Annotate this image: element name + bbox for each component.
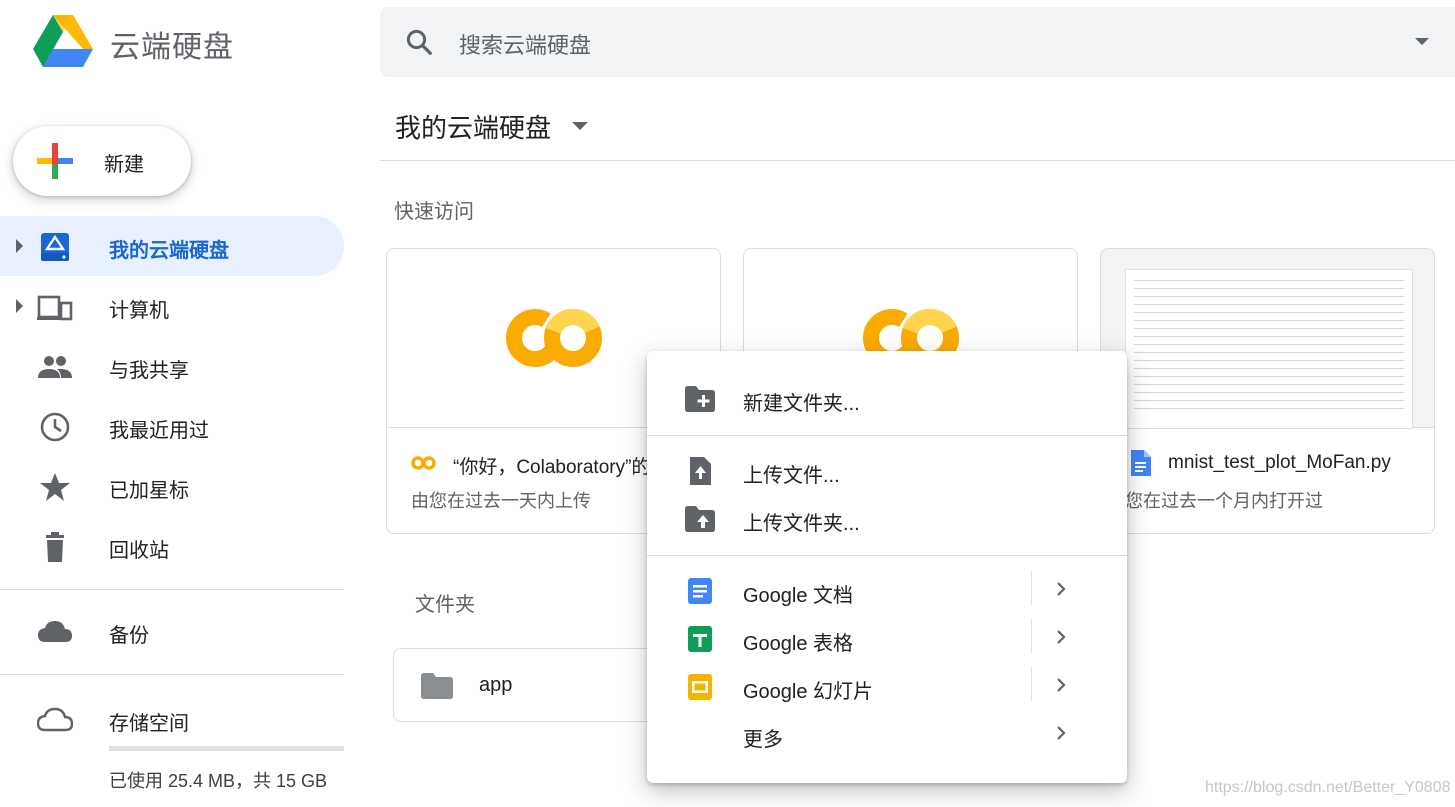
sidebar-item-trash[interactable]: 回收站 [0,516,344,576]
sidebar-item-label: 备份 [109,625,149,647]
expand-arrow-icon[interactable] [16,299,23,313]
quick-access-card[interactable]: mnist_test_plot_MoFan.py 您在过去一个月内打开过 [1100,248,1435,534]
new-button-label: 新建 [104,154,144,176]
sidebar-item-label: 存储空间 [109,713,189,735]
clock-icon [40,412,70,442]
menu-divider [647,435,1127,436]
menu-item-new-folder[interactable]: 新建文件夹... [647,375,1127,423]
google-doc-file-icon [1131,450,1151,476]
header-divider [380,160,1455,161]
menu-item-label: 更多 [743,729,783,751]
plus-icon [37,143,73,179]
menu-item-label: 新建文件夹... [743,393,860,415]
card-subtitle: 由您在过去一天内上传 [411,491,591,511]
storage-usage-text: 已使用 25.4 MB，共 15 GB [109,771,328,791]
menu-item-google-docs[interactable]: Google 文档 [647,567,1127,615]
watermark: https://blog.csdn.net/Better_Y0808 [1205,779,1451,796]
menu-item-upload-file[interactable]: 上传文件... [647,447,1127,495]
breadcrumb[interactable]: 我的云端硬盘 [395,108,551,145]
sidebar-item-label: 计算机 [109,300,169,322]
menu-item-label: 上传文件... [743,465,840,487]
cloud-icon [38,621,72,642]
sidebar-item-recent[interactable]: 我最近用过 [0,396,344,456]
sidebar-item-label: 回收站 [109,540,169,562]
google-slides-icon [688,674,712,700]
search-options-icon[interactable] [1415,38,1429,45]
sidebar-item-computers[interactable]: 计算机 [0,276,344,336]
menu-item-upload-folder[interactable]: 上传文件夹... [647,495,1127,543]
app-title: 云端硬盘 [110,31,234,64]
submenu-separator [1031,667,1032,701]
new-button[interactable]: 新建 [13,126,191,196]
storage-usage-bar [109,746,344,751]
upload-file-icon [690,457,711,485]
menu-item-google-sheets[interactable]: Google 表格 [647,615,1127,663]
upload-folder-icon [685,506,715,532]
trash-icon [46,532,64,562]
quick-access-label: 快速访问 [394,201,474,223]
sidebar-item-storage[interactable]: 存储空间 [0,689,344,749]
chevron-right-icon[interactable] [1051,673,1071,697]
drive-icon [41,233,69,261]
star-icon [40,473,70,501]
sidebar-item-label: 已加星标 [109,480,189,502]
chevron-right-icon[interactable] [1051,625,1071,649]
sidebar-item-starred[interactable]: 已加星标 [0,456,344,516]
card-name: mnist_test_plot_MoFan.py [1168,452,1391,473]
sidebar-item-label: 与我共享 [109,360,189,382]
menu-item-google-slides[interactable]: Google 幻灯片 [647,663,1127,711]
google-docs-icon [688,578,712,604]
sidebar-item-label: 我最近用过 [109,420,209,442]
colab-file-icon [411,456,436,470]
card-name: “你好，Colaboratory”的 [453,457,651,478]
sidebar-divider [0,589,344,590]
sidebar-item-backups[interactable]: 备份 [0,601,344,661]
search-icon[interactable] [404,27,434,57]
colab-logo-icon [506,309,602,367]
sidebar-divider [0,674,344,675]
card-thumbnail [1101,249,1434,429]
submenu-separator [1031,619,1032,653]
people-icon [38,356,72,378]
breadcrumb-dropdown-icon[interactable] [572,122,588,130]
sidebar-item-my-drive[interactable]: 我的云端硬盘 [0,216,344,276]
google-sheets-icon [688,626,712,652]
submenu-separator [1031,571,1032,605]
cloud-outline-icon [37,707,73,732]
folder-icon [421,673,453,699]
sidebar-item-label: 我的云端硬盘 [109,240,229,262]
computers-icon [37,295,73,321]
new-context-menu: 新建文件夹... 上传文件... 上传文件夹... Google 文档 Goog… [647,351,1127,783]
search-input[interactable]: 搜索云端硬盘 [459,28,591,60]
card-subtitle: 您在过去一个月内打开过 [1125,491,1323,511]
code-preview [1125,269,1413,429]
folders-label: 文件夹 [415,594,475,616]
expand-arrow-icon[interactable] [16,239,23,253]
chevron-right-icon[interactable] [1051,721,1071,745]
new-folder-icon [685,386,715,412]
menu-item-label: 上传文件夹... [743,513,860,535]
menu-item-more[interactable]: 更多 [647,711,1127,759]
menu-item-label: Google 幻灯片 [743,681,874,703]
folder-item[interactable]: app [393,648,655,722]
menu-item-label: Google 表格 [743,633,854,655]
folder-name: app [479,674,513,696]
drive-logo-icon[interactable] [33,15,93,70]
menu-item-label: Google 文档 [743,585,854,607]
search-bar[interactable]: 搜索云端硬盘 [380,7,1455,77]
chevron-right-icon[interactable] [1051,577,1071,601]
menu-divider [647,555,1127,556]
sidebar-item-shared-with-me[interactable]: 与我共享 [0,336,344,396]
